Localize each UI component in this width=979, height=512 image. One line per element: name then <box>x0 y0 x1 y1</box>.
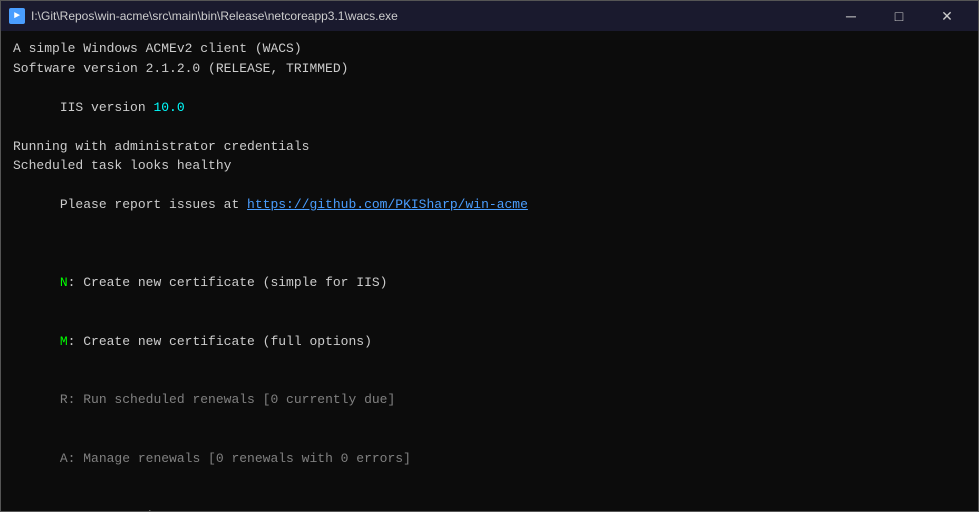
menu-o-line: O: More options... <box>13 488 966 512</box>
menu-n-label: : Create new certificate (simple for IIS… <box>68 275 388 290</box>
iis-version-value: 10.0 <box>153 100 184 115</box>
report-issues-line: Please report issues at https://github.c… <box>13 176 966 235</box>
menu-m-label: : Create new certificate (full options) <box>68 334 372 349</box>
menu-a-label: : Manage renewals [0 renewals with 0 err… <box>68 451 411 466</box>
terminal-output: A simple Windows ACMEv2 client (WACS) So… <box>1 31 978 511</box>
admin-line: Running with administrator credentials <box>13 137 966 157</box>
title-bar-left: ► I:\Git\Repos\win-acme\src\main\bin\Rel… <box>9 8 398 24</box>
iis-version-line: IIS version 10.0 <box>13 78 966 137</box>
menu-a-line: A: Manage renewals [0 renewals with 0 er… <box>13 429 966 488</box>
title-bar: ► I:\Git\Repos\win-acme\src\main\bin\Rel… <box>1 1 978 31</box>
menu-m-line: M: Create new certificate (full options) <box>13 312 966 371</box>
menu-o-label: : More options... <box>68 509 201 511</box>
app-icon: ► <box>9 8 25 24</box>
info-line-2: Software version 2.1.2.0 (RELEASE, TRIMM… <box>13 59 966 79</box>
menu-r-key: R <box>60 392 68 407</box>
menu-o-key: O <box>60 509 68 511</box>
scheduled-task-line: Scheduled task looks healthy <box>13 156 966 176</box>
menu-r-label: : Run scheduled renewals [0 currently du… <box>68 392 396 407</box>
info-line-1: A simple Windows ACMEv2 client (WACS) <box>13 39 966 59</box>
window: ► I:\Git\Repos\win-acme\src\main\bin\Rel… <box>0 0 979 512</box>
menu-r-line: R: Run scheduled renewals [0 currently d… <box>13 371 966 430</box>
close-button[interactable]: ✕ <box>924 1 970 31</box>
menu-n-key: N <box>60 275 68 290</box>
menu-a-key: A <box>60 451 68 466</box>
menu-n-line: N: Create new certificate (simple for II… <box>13 254 966 313</box>
github-link[interactable]: https://github.com/PKISharp/win-acme <box>247 197 528 212</box>
minimize-button[interactable]: ─ <box>828 1 874 31</box>
window-title: I:\Git\Repos\win-acme\src\main\bin\Relea… <box>31 9 398 23</box>
iis-label: IIS version <box>60 100 154 115</box>
blank-line-1 <box>13 234 966 254</box>
title-bar-controls: ─ □ ✕ <box>828 1 970 31</box>
menu-m-key: M <box>60 334 68 349</box>
report-prefix: Please report issues at <box>60 197 247 212</box>
maximize-button[interactable]: □ <box>876 1 922 31</box>
